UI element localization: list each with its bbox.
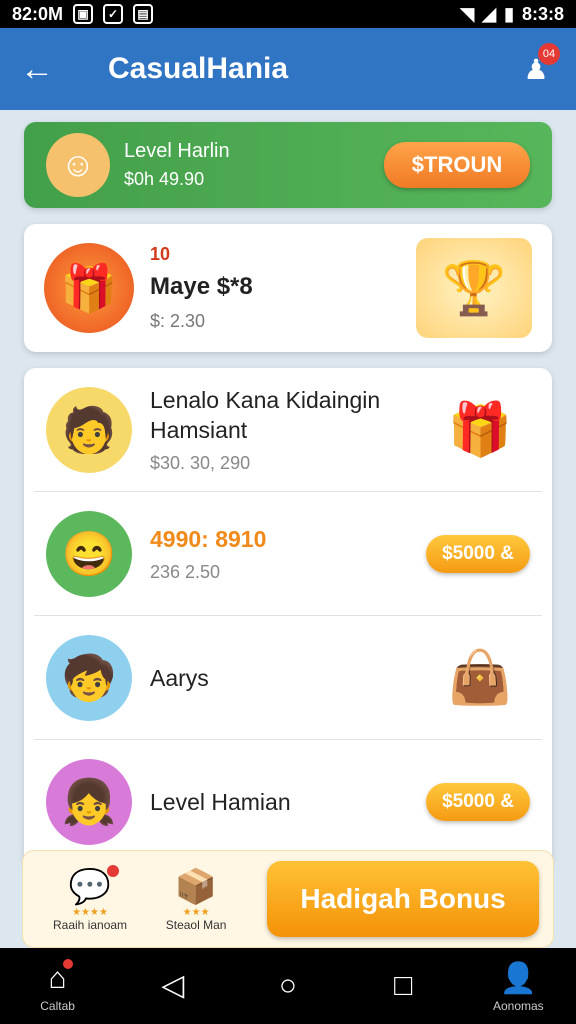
status-time: 82:0M <box>12 3 64 24</box>
gift-box-icon: 🎁 <box>447 401 513 459</box>
check-status-icon: ✓ <box>103 4 124 24</box>
chat-icon: 💬 <box>69 864 120 907</box>
back-triangle-icon: ◁ <box>161 969 185 1002</box>
reward-info: 10 Maye $*8 $: 2.30 <box>150 244 416 332</box>
bonus-button[interactable]: Hadigah Bonus <box>267 861 540 937</box>
home-badge <box>62 959 73 969</box>
app-title: CasualHania <box>108 52 289 85</box>
gift-box-icon: 🎁 <box>44 243 134 333</box>
list-item-subtitle: $30. 30, 290 <box>150 453 251 473</box>
nav-recents[interactable]: □ <box>358 966 448 1006</box>
shop-shortcut[interactable]: 📦 ★★★ Steaol Man <box>143 867 249 932</box>
treasure-cup-icon: 🏆 <box>416 238 532 338</box>
list-item-text: Aarys <box>150 663 430 693</box>
chat-stars: ★★★★ <box>72 906 108 918</box>
list-item-subtitle: 236 2.50 <box>150 562 221 582</box>
list-item-text: Lenalo Kana Kidaingin Hamsiant $30. 30, … <box>150 385 430 474</box>
notification-status-icon: ▣ <box>73 4 94 24</box>
avatar: 👧 <box>46 759 132 845</box>
reward-title: Maye $*8 <box>150 273 253 300</box>
list-item-title: Aarys <box>150 664 209 691</box>
reward-list: 🧑 Lenalo Kana Kidaingin Hamsiant $30. 30… <box>24 368 552 868</box>
chat-shortcut[interactable]: 💬 ★★★★ Raaih ianoam <box>37 864 143 932</box>
reward-card[interactable]: 🎁 10 Maye $*8 $: 2.30 🏆 <box>24 224 552 352</box>
claim-button[interactable]: $5000 & <box>426 783 530 821</box>
chat-badge <box>107 864 120 877</box>
level-info: Level Harlin $0h 49.90 <box>124 140 384 190</box>
home-circle-icon: ○ <box>278 969 298 1002</box>
avatar: 🧒 <box>46 634 132 721</box>
nav-bar: ⌂ Caltab ◁ ○ □ 👤 Aonomas <box>0 948 576 1024</box>
level-action-button[interactable]: $TROUN <box>384 142 530 188</box>
notification-button[interactable]: ♟ 04 <box>516 43 560 89</box>
gift-bag-icon: 👜 <box>447 649 513 707</box>
profile-label: Aonomas <box>492 999 544 1013</box>
chat-label: Raaih ianoam <box>53 917 128 932</box>
level-amount: $0h 49.90 <box>124 169 205 189</box>
status-left: 82:0M ▣ ✓ ▤ <box>12 3 154 25</box>
notification-badge: 04 <box>538 43 560 65</box>
recents-square-icon: □ <box>394 969 413 1002</box>
nav-home[interactable]: ⌂ Caltab <box>13 959 103 1013</box>
app-bar: ← CasualHania ♟ 04 <box>0 28 576 110</box>
status-bar: 82:0M ▣ ✓ ▤ ◥ ◢ ▮ 8:3:8 <box>0 0 576 28</box>
wifi-icon: ◥ <box>460 3 475 24</box>
home-icon: ⌂ <box>49 959 73 999</box>
battery-icon: ▮ <box>504 3 514 24</box>
avatar: 🧑 <box>46 386 132 473</box>
list-item[interactable]: 👧 Level Hamian $5000 & <box>34 740 542 864</box>
list-item[interactable]: 🧑 Lenalo Kana Kidaingin Hamsiant $30. 30… <box>34 368 542 492</box>
shop-label: Steaol Man <box>165 917 227 932</box>
home-label: Caltab <box>40 999 75 1013</box>
list-item-text: Level Hamian <box>150 787 426 817</box>
app-status-icon: ▤ <box>133 4 154 24</box>
back-arrow-icon[interactable]: ← <box>20 50 68 89</box>
list-item-text: 4990: 8910 236 2.50 <box>150 524 426 583</box>
list-item[interactable]: 😄 4990: 8910 236 2.50 $5000 & <box>34 492 542 616</box>
signal-icon: ◢ <box>482 3 497 24</box>
claim-button[interactable]: $5000 & <box>426 534 530 573</box>
profile-icon: 👤 <box>499 962 538 995</box>
avatar: 😄 <box>46 510 132 597</box>
status-right: ◥ ◢ ▮ 8:3:8 <box>460 4 564 25</box>
list-item-title: Lenalo Kana Kidaingin Hamsiant <box>150 387 381 443</box>
player-avatar: ☺ <box>46 133 110 197</box>
list-item[interactable]: 🧒 Aarys 👜 <box>34 616 542 740</box>
status-clock: 8:3:8 <box>521 3 564 24</box>
list-item-title: Level Hamian <box>150 789 291 815</box>
bottom-panel: 💬 ★★★★ Raaih ianoam 📦 ★★★ Steaol Man Had… <box>22 850 554 948</box>
shop-stars: ★★★ <box>182 906 210 918</box>
nav-home-circle[interactable]: ○ <box>243 966 333 1006</box>
nav-back[interactable]: ◁ <box>128 966 218 1006</box>
level-card[interactable]: ☺ Level Harlin $0h 49.90 $TROUN <box>24 122 552 208</box>
nav-profile[interactable]: 👤 Aonomas <box>473 959 563 1013</box>
reward-number: 10 <box>150 244 171 264</box>
shop-icon: 📦 <box>174 867 218 906</box>
reward-subtitle: $: 2.30 <box>150 311 206 331</box>
list-item-title: 4990: 8910 <box>150 526 267 552</box>
level-title: Level Harlin <box>124 140 230 162</box>
